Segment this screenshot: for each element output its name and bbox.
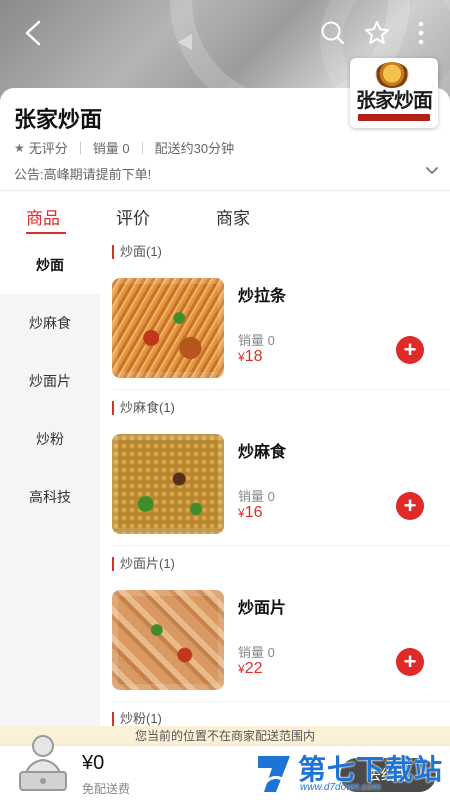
product-price: ¥18 xyxy=(238,348,262,366)
sidebar-item-gaokeji[interactable]: 高科技 xyxy=(0,468,100,526)
category-header: 炒麻食(1) xyxy=(112,401,175,415)
tab-reviews[interactable]: 评价 xyxy=(116,204,150,229)
product-sales: 销量 0 xyxy=(238,489,275,504)
shop-name: 张家炒面 xyxy=(14,107,103,132)
category-header: 炒粉(1) xyxy=(112,712,162,726)
product-sales: 销量 0 xyxy=(238,645,275,660)
sidebar-item-chaomianpian[interactable]: 炒面片 xyxy=(0,352,100,410)
shopping-cart-icon xyxy=(19,735,67,791)
shop-logo: 张家炒面 xyxy=(350,58,438,128)
price-value: 18 xyxy=(244,348,263,365)
tab-merchant[interactable]: 商家 xyxy=(216,204,250,229)
price-value: 22 xyxy=(244,660,263,677)
add-to-cart-button[interactable]: + xyxy=(396,492,424,520)
add-to-cart-button[interactable]: + xyxy=(396,648,424,676)
logo-ribbon xyxy=(358,114,430,121)
chevron-down-icon xyxy=(426,167,438,174)
free-delivery-label: 免配送费 xyxy=(82,782,131,796)
product-item[interactable]: 炒面片 销量 0 ¥22 + xyxy=(112,590,450,694)
delivery-time: 配送约30分钟 xyxy=(154,141,235,156)
search-icon xyxy=(321,21,345,45)
product-image[interactable] xyxy=(112,434,224,534)
product-image[interactable] xyxy=(112,590,224,690)
category-sidebar: 炒面 炒麻食 炒面片 炒粉 高科技 xyxy=(0,236,100,800)
noodle-bowl-icon xyxy=(375,62,409,88)
star-icon: ★ xyxy=(14,140,25,155)
product-image[interactable] xyxy=(112,278,224,378)
active-tab-indicator xyxy=(26,232,66,234)
announcement: 公告:高峰期请提前下单! xyxy=(14,167,152,182)
logo-text: 张家炒面 xyxy=(356,88,433,112)
product-name: 炒面片 xyxy=(238,600,287,617)
divider xyxy=(112,701,450,702)
rating-text: 无评分 xyxy=(28,141,68,156)
more-vertical-icon xyxy=(418,21,424,45)
shop-meta: ★ 无评分 销量 0 配送约30分钟 xyxy=(14,138,234,157)
product-price: ¥22 xyxy=(238,660,262,678)
chevron-left-icon xyxy=(25,20,41,46)
shop-card: 张家炒面 ★ 无评分 销量 0 配送约30分钟 公告:高峰期请提前下单! 商品 … xyxy=(0,88,450,800)
product-price: ¥16 xyxy=(238,504,262,522)
cart-total: ¥0 xyxy=(82,752,105,774)
divider xyxy=(112,545,450,546)
cart-bar: ¥0 免配送费 去结算 xyxy=(0,735,450,800)
divider xyxy=(0,190,450,191)
back-button[interactable] xyxy=(16,16,50,50)
category-header: 炒面片(1) xyxy=(112,557,175,571)
category-header: 炒面(1) xyxy=(112,245,162,259)
sidebar-item-chaomian[interactable]: 炒面 xyxy=(0,236,100,294)
currency-symbol: ¥ xyxy=(238,350,245,364)
product-name: 炒麻食 xyxy=(238,444,287,461)
currency-symbol: ¥ xyxy=(238,506,245,520)
product-name: 炒拉条 xyxy=(238,288,287,305)
checkout-button[interactable]: 去结算 xyxy=(340,758,436,792)
expand-announcement-button[interactable] xyxy=(424,163,440,179)
tab-products[interactable]: 商品 xyxy=(26,204,60,229)
banner-decoration xyxy=(178,34,192,50)
currency-symbol: ¥ xyxy=(238,662,245,676)
divider xyxy=(79,141,81,154)
product-item[interactable]: 炒拉条 销量 0 ¥18 + xyxy=(112,278,450,382)
price-value: 16 xyxy=(244,504,263,521)
favorite-button[interactable] xyxy=(360,16,394,50)
sidebar-item-chaomashi[interactable]: 炒麻食 xyxy=(0,294,100,352)
product-item[interactable]: 炒麻食 销量 0 ¥16 + xyxy=(112,434,450,538)
sidebar-item-chaofen[interactable]: 炒粉 xyxy=(0,410,100,468)
add-to-cart-button[interactable]: + xyxy=(396,336,424,364)
star-outline-icon xyxy=(365,21,389,44)
divider xyxy=(112,389,450,390)
search-button[interactable] xyxy=(316,16,350,50)
cart-button[interactable] xyxy=(14,732,72,794)
more-button[interactable] xyxy=(404,16,438,50)
sales-text: 销量 0 xyxy=(92,141,130,156)
product-sales: 销量 0 xyxy=(238,333,275,348)
divider xyxy=(141,141,143,154)
